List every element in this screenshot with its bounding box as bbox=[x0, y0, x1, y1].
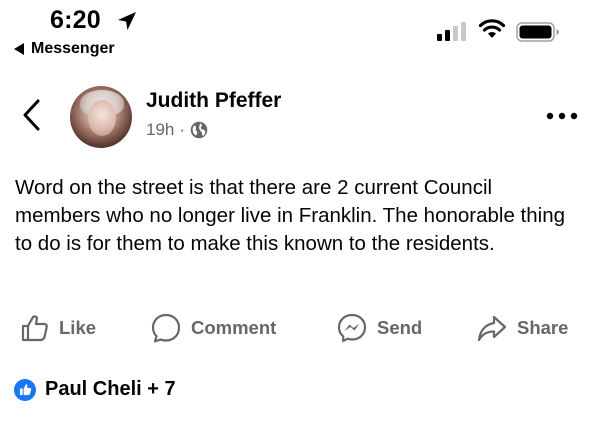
messenger-icon bbox=[337, 313, 367, 343]
like-label: Like bbox=[59, 317, 97, 338]
wifi-icon bbox=[478, 19, 506, 38]
like-button[interactable]: Like bbox=[20, 310, 96, 346]
reactions-summary-text: Paul Cheli + 7 bbox=[45, 378, 176, 400]
globe-icon bbox=[190, 121, 208, 139]
send-button[interactable]: Send bbox=[336, 310, 422, 346]
post-meta: 19h · bbox=[146, 120, 208, 140]
back-to-messenger-link[interactable]: Messenger bbox=[14, 40, 115, 58]
battery-icon bbox=[516, 22, 559, 42]
share-label: Share bbox=[517, 317, 569, 338]
meta-separator: · bbox=[179, 120, 186, 139]
comment-label: Comment bbox=[191, 317, 277, 338]
back-triangle-icon bbox=[14, 43, 24, 55]
action-bar: Like Comment Send Share bbox=[0, 310, 592, 346]
comment-button[interactable]: Comment bbox=[150, 310, 276, 346]
share-button[interactable]: Share bbox=[476, 310, 568, 346]
comment-bubble-icon bbox=[151, 313, 181, 343]
back-chevron-icon[interactable] bbox=[20, 98, 44, 132]
status-time: 6:20 bbox=[50, 6, 101, 34]
post-screen: 6:20 Messenger Judith Pfeffer 19h · Word… bbox=[0, 0, 592, 423]
send-label: Send bbox=[377, 317, 423, 338]
cellular-signal-icon bbox=[437, 22, 466, 41]
back-app-label: Messenger bbox=[31, 40, 115, 57]
like-reaction-badge bbox=[14, 378, 36, 401]
thumbs-up-icon bbox=[19, 384, 31, 396]
share-arrow-icon bbox=[477, 315, 507, 342]
author-name[interactable]: Judith Pfeffer bbox=[146, 89, 281, 113]
avatar[interactable] bbox=[70, 86, 132, 148]
reactions-summary[interactable]: Paul Cheli + 7 bbox=[14, 378, 176, 401]
location-arrow-icon bbox=[118, 12, 136, 30]
post-time[interactable]: 19h bbox=[146, 120, 174, 140]
avatar-face bbox=[88, 100, 116, 136]
thumbs-up-outline-icon bbox=[21, 315, 48, 342]
more-options-icon[interactable] bbox=[545, 110, 579, 122]
post-text: Word on the street is that there are 2 c… bbox=[15, 176, 566, 255]
